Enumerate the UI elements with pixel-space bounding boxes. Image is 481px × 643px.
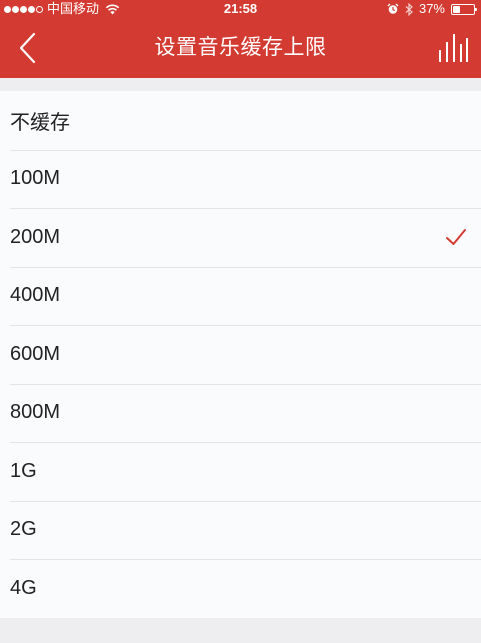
bluetooth-icon [405,2,413,16]
status-bar: 中国移动 21:58 37% [0,0,481,18]
cache-option-label: 4G [10,576,37,599]
cache-option-label: 100M [10,167,61,190]
checkmark-icon [446,229,466,246]
navigation-bar: 设置音乐缓存上限 [0,18,481,78]
cache-option-label: 200M [10,225,61,248]
battery-fill [453,5,460,13]
cache-option[interactable]: 600M [0,325,481,384]
cache-option[interactable]: 4G [0,559,481,618]
cache-option-label: 400M [10,284,61,307]
now-playing-button[interactable] [435,32,471,64]
cache-option-label: 不缓存 [10,111,70,134]
status-right: 37% [387,0,477,18]
cache-option[interactable]: 100M [0,149,481,209]
now-playing-bars-icon [439,34,468,62]
cache-limit-options: 不缓存 100M 200M 400M 600M 800M 1G 2G 4G [0,91,481,618]
cache-option-label: 2G [10,518,37,541]
cache-option[interactable]: 800M [0,383,481,443]
battery-icon [451,3,477,15]
cache-option-label: 600M [10,342,61,365]
cache-option[interactable]: 1G [0,442,481,501]
battery-percent: 37% [418,1,445,16]
cache-option[interactable]: 不缓存 [0,91,481,150]
cache-option[interactable]: 2G [0,500,481,560]
cache-option-label: 1G [10,459,37,482]
cache-option[interactable]: 400M [0,266,481,326]
alarm-icon [387,3,399,14]
cache-option[interactable]: 200M [0,208,481,267]
cache-option-label: 800M [10,401,61,424]
page-title: 设置音乐缓存上限 [154,36,327,59]
